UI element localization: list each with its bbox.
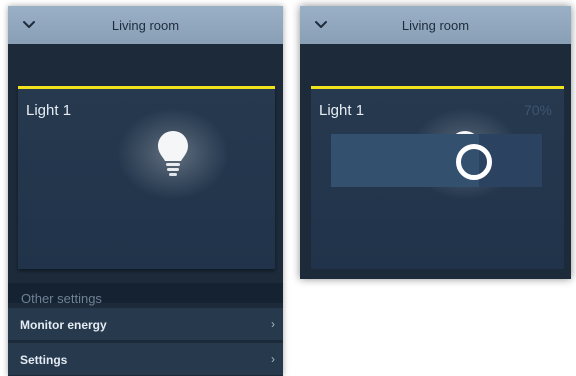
room-title: Living room <box>401 18 470 33</box>
room-header[interactable]: Living room <box>300 6 571 44</box>
room-header[interactable]: Living room <box>8 6 283 44</box>
lightbulb-icon[interactable] <box>157 129 189 177</box>
light-name: Light 1 <box>319 102 365 119</box>
room-title: Living room <box>111 18 180 33</box>
chevron-right-icon: › <box>271 352 275 366</box>
living-room-panel-dimmer: Living room Light 1 70% <box>300 6 571 279</box>
other-settings-heading: Other settings <box>21 291 102 306</box>
living-room-panel-collapsed: Living room Light 1 Other settings Monit… <box>8 6 283 376</box>
settings-item[interactable]: Settings › <box>8 343 283 375</box>
monitor-energy-item[interactable]: Monitor energy › <box>8 308 283 340</box>
light-card[interactable]: Light 1 <box>18 86 275 269</box>
monitor-energy-label: Monitor energy <box>20 318 107 332</box>
chevron-right-icon: › <box>271 317 275 331</box>
brightness-slider-knob[interactable] <box>456 144 492 180</box>
brightness-percent: 70% <box>523 102 552 118</box>
light-name: Light 1 <box>26 102 72 119</box>
brightness-slider[interactable] <box>331 134 542 187</box>
settings-label: Settings <box>20 353 68 367</box>
